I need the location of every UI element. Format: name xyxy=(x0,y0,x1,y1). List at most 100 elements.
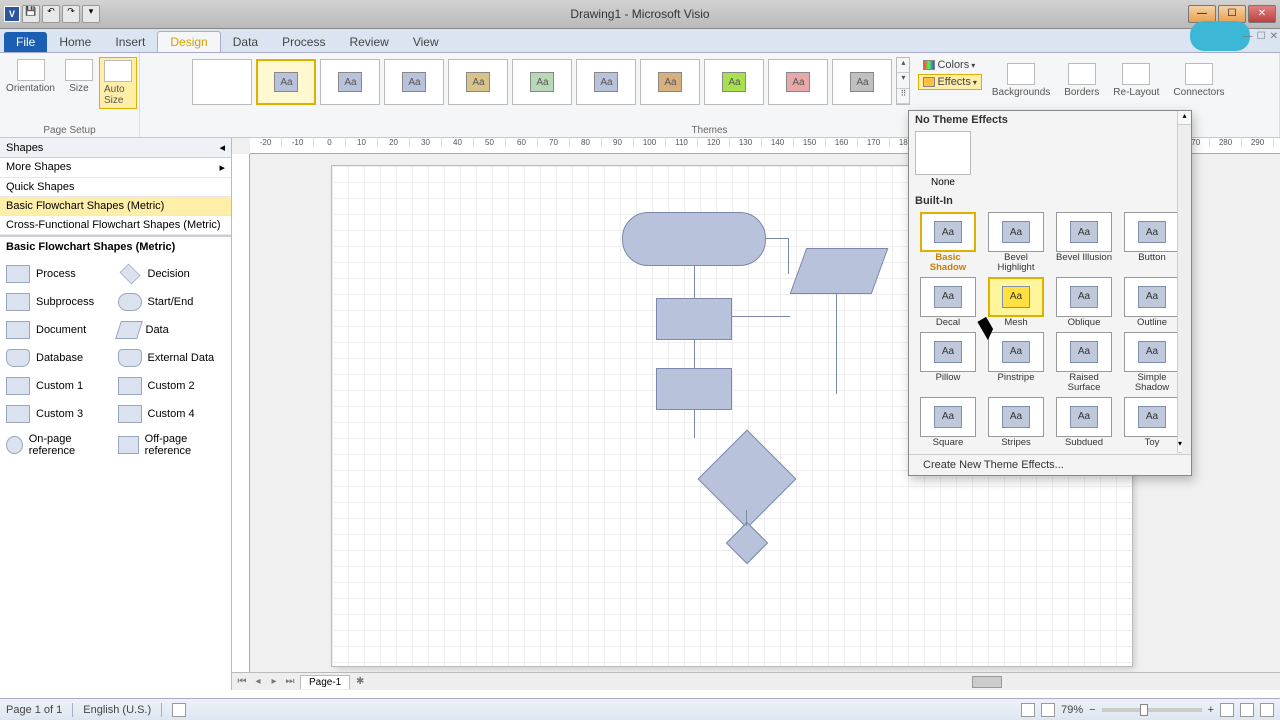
effect-bevel-highlight[interactable]: AaBevel Highlight xyxy=(985,212,1047,273)
shape-master-document[interactable]: Document xyxy=(6,317,114,343)
more-shapes[interactable]: More Shapes▸ xyxy=(0,158,231,178)
qat-save-icon[interactable]: 💾 xyxy=(22,5,40,23)
create-new-effects[interactable]: Create New Theme Effects... xyxy=(909,454,1191,475)
effect-pillow[interactable]: AaPillow xyxy=(917,332,979,393)
backgrounds-button[interactable]: Backgrounds xyxy=(988,61,1054,100)
colors-dropdown[interactable]: Colors▾ xyxy=(918,57,981,73)
borders-button[interactable]: Borders xyxy=(1060,61,1103,100)
page-tab-1[interactable]: Page-1 xyxy=(300,675,350,689)
theme-tile[interactable]: Aa xyxy=(704,59,764,105)
shape-process-2[interactable] xyxy=(656,368,732,410)
ribbon-restore-icon[interactable]: ☐ xyxy=(1257,31,1266,42)
ribbon-minimize-icon[interactable]: — xyxy=(1243,31,1253,42)
shape-decision-2[interactable] xyxy=(726,522,768,564)
horizontal-scrollbar[interactable] xyxy=(732,674,1264,690)
qat-more-icon[interactable]: ▾ xyxy=(82,5,100,23)
shape-master-subprocess[interactable]: Subprocess xyxy=(6,289,114,315)
view-normal-icon[interactable] xyxy=(1021,703,1035,717)
scroll-more-icon[interactable]: ⠿ xyxy=(897,89,909,104)
tab-insert[interactable]: Insert xyxy=(103,32,157,52)
shape-terminator[interactable] xyxy=(622,212,766,266)
shape-master-off-page-reference[interactable]: Off-page reference xyxy=(118,429,226,461)
shape-data[interactable] xyxy=(790,248,889,294)
effect-mesh[interactable]: AaMesh xyxy=(985,277,1047,328)
effect-outline[interactable]: AaOutline xyxy=(1121,277,1183,328)
zoom-in-icon[interactable]: + xyxy=(1208,704,1214,716)
effects-dropdown[interactable]: Effects▾ xyxy=(918,74,981,90)
switch-window-icon[interactable] xyxy=(1260,703,1274,717)
theme-tile[interactable]: Aa xyxy=(512,59,572,105)
shape-master-custom-2[interactable]: Custom 2 xyxy=(118,373,226,399)
shape-master-data[interactable]: Data xyxy=(118,317,226,343)
shape-master-on-page-reference[interactable]: On-page reference xyxy=(6,429,114,461)
close-button[interactable]: ✕ xyxy=(1248,5,1276,23)
shape-master-external-data[interactable]: External Data xyxy=(118,345,226,371)
shape-master-start-end[interactable]: Start/End xyxy=(118,289,226,315)
effects-scrollbar[interactable]: ▴ ▾ xyxy=(1177,111,1191,453)
next-page-icon[interactable]: ▸ xyxy=(268,676,280,687)
shape-process-1[interactable] xyxy=(656,298,732,340)
shape-master-custom-3[interactable]: Custom 3 xyxy=(6,401,114,427)
shape-master-database[interactable]: Database xyxy=(6,345,114,371)
shapes-header[interactable]: Shapes ◂ xyxy=(0,138,231,158)
shape-master-custom-4[interactable]: Custom 4 xyxy=(118,401,226,427)
qat-redo-icon[interactable]: ↷ xyxy=(62,5,80,23)
effect-bevel-illusion[interactable]: AaBevel Illusion xyxy=(1053,212,1115,273)
effect-square[interactable]: AaSquare xyxy=(917,397,979,448)
first-page-icon[interactable]: ⏮ xyxy=(236,676,248,687)
effect-oblique[interactable]: AaOblique xyxy=(1053,277,1115,328)
theme-tile[interactable]: Aa xyxy=(832,59,892,105)
effect-button[interactable]: AaButton xyxy=(1121,212,1183,273)
shape-decision-1[interactable] xyxy=(698,430,797,529)
theme-gallery-scroll[interactable]: ▴ ▾ ⠿ xyxy=(896,57,910,105)
zoom-level[interactable]: 79% xyxy=(1061,704,1083,716)
zoom-out-icon[interactable]: − xyxy=(1089,704,1095,716)
zoom-slider[interactable] xyxy=(1102,708,1202,712)
fit-page-icon[interactable] xyxy=(1220,703,1234,717)
effect-toy[interactable]: AaToy xyxy=(1121,397,1183,448)
connectors-button[interactable]: Connectors xyxy=(1169,61,1228,100)
size-button[interactable]: Size xyxy=(61,57,97,109)
zoom-knob[interactable] xyxy=(1140,704,1148,716)
theme-tile[interactable] xyxy=(192,59,252,105)
qat-undo-icon[interactable]: ↶ xyxy=(42,5,60,23)
effect-basic-shadow[interactable]: AaBasic Shadow xyxy=(917,212,979,273)
quick-shapes[interactable]: Quick Shapes xyxy=(0,178,231,197)
theme-tile[interactable]: Aa xyxy=(320,59,380,105)
effect-stripes[interactable]: AaStripes xyxy=(985,397,1047,448)
orientation-button[interactable]: Orientation xyxy=(2,57,59,109)
shape-master-custom-1[interactable]: Custom 1 xyxy=(6,373,114,399)
scroll-up-icon[interactable]: ▴ xyxy=(1178,111,1191,125)
tab-design[interactable]: Design xyxy=(157,31,220,52)
help-bubble-icon[interactable] xyxy=(1190,21,1250,51)
scroll-thumb[interactable] xyxy=(972,676,1002,688)
tab-process[interactable]: Process xyxy=(270,32,337,52)
auto-size-button[interactable]: Auto Size xyxy=(99,57,137,109)
theme-tile[interactable]: Aa xyxy=(768,59,828,105)
relayout-button[interactable]: Re-Layout xyxy=(1109,61,1163,100)
stencil-cross-functional[interactable]: Cross-Functional Flowchart Shapes (Metri… xyxy=(0,216,231,235)
new-page-icon[interactable]: ✱ xyxy=(354,676,366,687)
prev-page-icon[interactable]: ◂ xyxy=(252,676,264,687)
collapse-icon[interactable]: ◂ xyxy=(219,141,225,154)
scroll-down-icon[interactable]: ▾ xyxy=(897,73,909,88)
tab-review[interactable]: Review xyxy=(337,32,400,52)
shape-master-decision[interactable]: Decision xyxy=(118,261,226,287)
last-page-icon[interactable]: ⏭ xyxy=(284,676,296,687)
fit-width-icon[interactable] xyxy=(1240,703,1254,717)
view-full-icon[interactable] xyxy=(1041,703,1055,717)
tab-file[interactable]: File xyxy=(4,32,47,52)
app-logo[interactable]: V xyxy=(4,6,20,22)
tab-view[interactable]: View xyxy=(401,32,451,52)
stencil-basic-flowchart[interactable]: Basic Flowchart Shapes (Metric) xyxy=(0,197,231,216)
effect-subdued[interactable]: AaSubdued xyxy=(1053,397,1115,448)
ribbon-close-icon[interactable]: ✕ xyxy=(1270,31,1278,42)
effect-pinstripe[interactable]: AaPinstripe xyxy=(985,332,1047,393)
tab-data[interactable]: Data xyxy=(221,32,270,52)
effect-simple-shadow[interactable]: AaSimple Shadow xyxy=(1121,332,1183,393)
theme-tile[interactable]: Aa xyxy=(384,59,444,105)
theme-tile[interactable]: Aa xyxy=(640,59,700,105)
effect-none-tile[interactable] xyxy=(915,131,971,175)
scroll-down-icon[interactable]: ▾ xyxy=(1178,439,1182,453)
scroll-up-icon[interactable]: ▴ xyxy=(897,58,909,73)
